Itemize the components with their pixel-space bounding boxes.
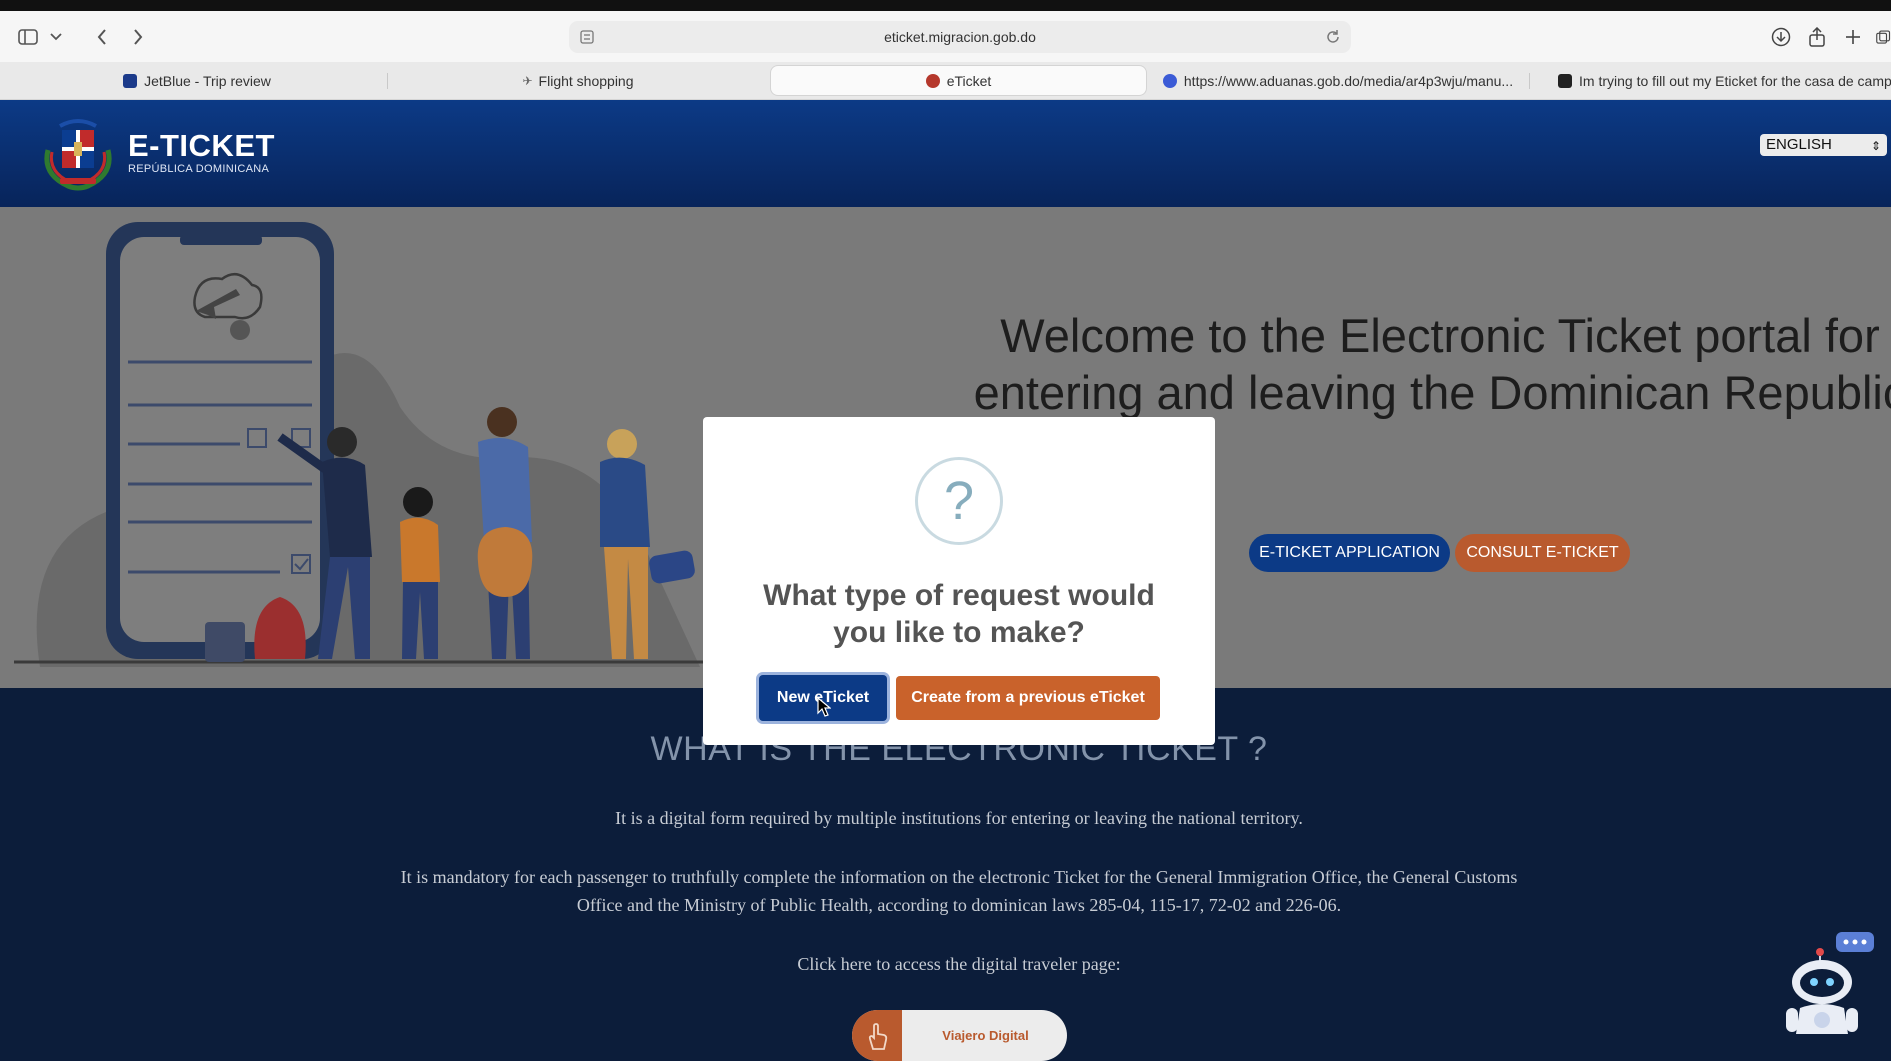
site-header: E-TICKET REPÚBLICA DOMINICANA ENGLISH ⇕ — [0, 100, 1891, 207]
tab-separator — [1529, 73, 1530, 89]
tab-overview-icon[interactable] — [1876, 25, 1891, 49]
jetblue-favicon-icon — [123, 73, 138, 88]
dominican-seal-favicon-icon — [925, 73, 940, 88]
hand-pointer-icon — [852, 1010, 902, 1061]
address-bar[interactable]: eticket.migracion.gob.do — [569, 21, 1351, 53]
eticket-application-button[interactable]: E-TICKET APPLICATION — [1249, 534, 1450, 572]
viajero-digital-button[interactable]: Viajero Digital — [852, 1010, 1067, 1061]
tab-eticket[interactable]: eTicket — [770, 65, 1147, 96]
downloads-icon[interactable] — [1770, 25, 1792, 49]
brand-logo[interactable]: E-TICKET REPÚBLICA DOMINICANA — [38, 112, 275, 192]
tab-forum-post[interactable]: Im trying to fill out my Eticket for the… — [1540, 65, 1891, 96]
select-caret-icon: ⇕ — [1870, 139, 1881, 153]
url-text: eticket.migracion.gob.do — [884, 29, 1036, 45]
tab-aduanas[interactable]: https://www.aduanas.gob.do/media/ar4p3wj… — [1150, 65, 1526, 96]
tab-separator — [387, 73, 388, 89]
tab-label: JetBlue - Trip review — [144, 72, 271, 89]
tab-jetblue[interactable]: JetBlue - Trip review — [9, 65, 385, 96]
aduanas-favicon-icon — [1162, 73, 1177, 88]
info-paragraph-3: Click here to access the digital travele… — [797, 954, 1121, 974]
tab-bar: JetBlue - Trip review ✈ Flight shopping … — [0, 62, 1891, 100]
info-paragraph-1: It is a digital form required by multipl… — [615, 808, 1303, 828]
mouse-cursor-icon — [817, 697, 831, 717]
tab-label: Im trying to fill out my Eticket for the… — [1579, 72, 1891, 89]
tab-label: Flight shopping — [538, 72, 634, 89]
plane-icon: ✈ — [522, 73, 533, 88]
hero-title: Welcome to the Electronic Ticket portal … — [973, 309, 1891, 419]
request-type-dialog: ? What type of request would you like to… — [703, 417, 1215, 745]
language-select[interactable]: ENGLISH ⇕ — [1760, 134, 1887, 156]
chevron-down-icon[interactable] — [48, 25, 64, 49]
forum-favicon-icon — [1558, 73, 1572, 88]
back-icon[interactable] — [92, 25, 112, 49]
coat-of-arms-icon — [44, 119, 112, 191]
language-value: ENGLISH — [1766, 136, 1832, 153]
brand-title: E-TICKET — [128, 127, 275, 163]
site-settings-icon[interactable] — [579, 29, 595, 48]
tab-label: eTicket — [946, 72, 992, 89]
tab-label: https://www.aduanas.gob.do/media/ar4p3wj… — [1183, 72, 1514, 89]
question-icon: ? — [915, 457, 1003, 545]
create-from-previous-button[interactable]: Create from a previous eTicket — [896, 676, 1160, 720]
chatbot-assistant-icon[interactable] — [1782, 930, 1876, 1040]
tab-flight-shopping[interactable]: ✈ Flight shopping — [390, 65, 766, 96]
consult-eticket-button[interactable]: CONSULT E-TICKET — [1455, 534, 1630, 572]
dialog-title: What type of request would you like to m… — [763, 579, 1155, 649]
travelers-illustration — [14, 222, 740, 667]
browser-toolbar: eticket.migracion.gob.do — [0, 11, 1891, 62]
forward-icon[interactable] — [128, 25, 148, 49]
os-menu-bar — [0, 0, 1891, 11]
info-paragraph-2: It is mandatory for each passenger to tr… — [400, 867, 1518, 915]
reload-icon[interactable] — [1325, 29, 1341, 48]
share-icon[interactable] — [1806, 25, 1828, 49]
new-tab-icon[interactable] — [1842, 25, 1864, 49]
sidebar-toggle-icon[interactable] — [16, 25, 40, 49]
brand-subtitle: REPÚBLICA DOMINICANA — [128, 162, 270, 175]
viajero-digital-label: Viajero Digital — [942, 1028, 1029, 1043]
